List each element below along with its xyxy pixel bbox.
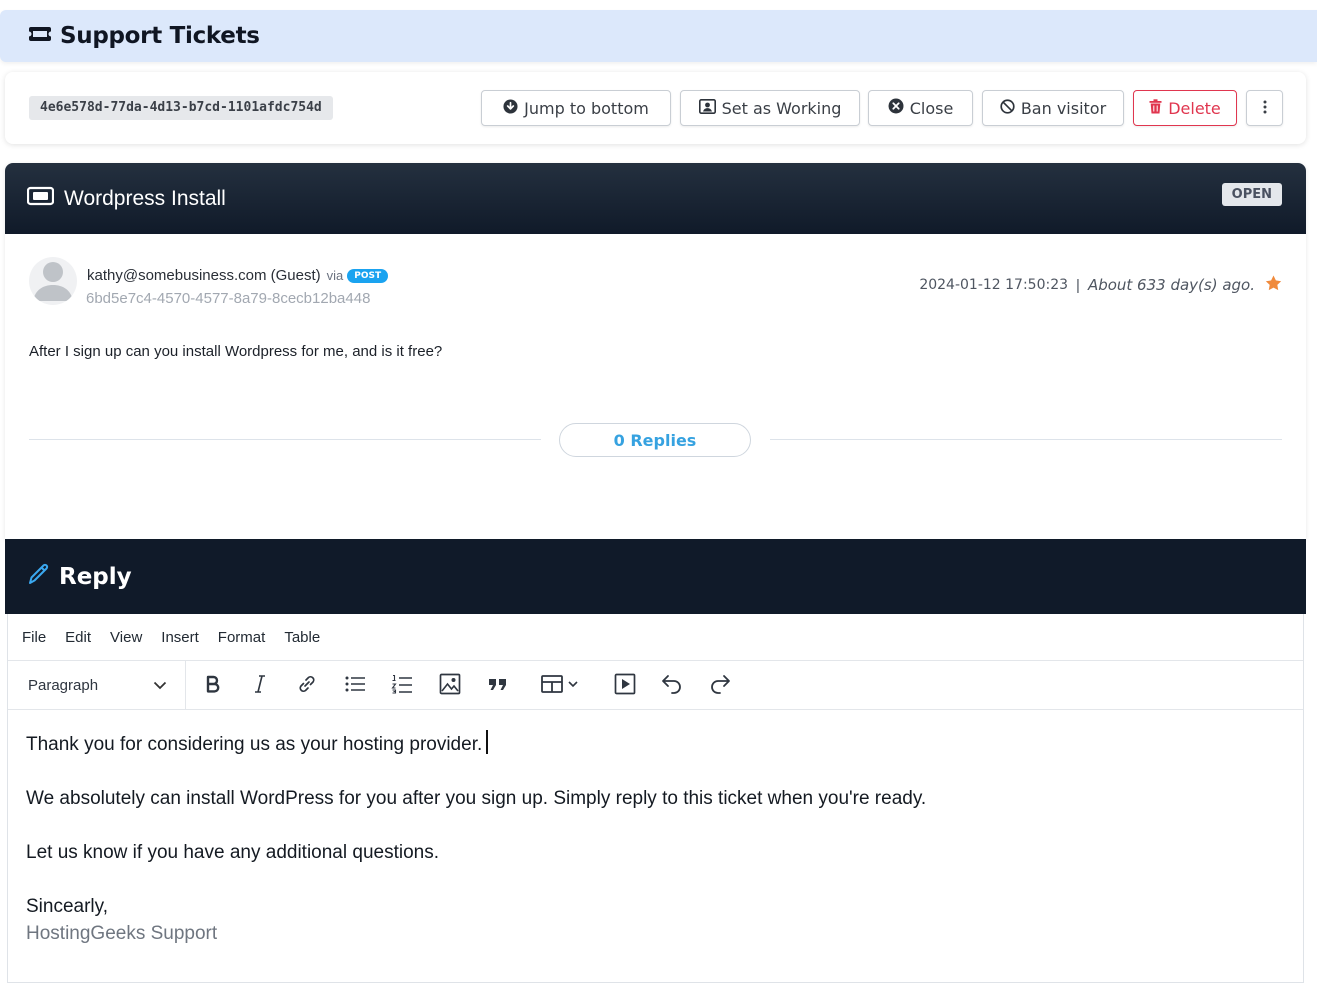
image-icon <box>439 673 461 700</box>
trash-icon <box>1149 98 1162 118</box>
ticket-date: 2024-01-12 17:50:23 <box>919 277 1069 293</box>
close-ticket-button[interactable]: Close <box>868 90 973 126</box>
ticket-action-bar: 4e6e578d-77da-4d13-b7cd-1101afdc754d Jum… <box>5 72 1306 144</box>
ticket-subject: Wordpress Install <box>64 186 226 210</box>
replies-count-button[interactable]: 0 Replies <box>559 423 751 457</box>
user-card-icon <box>698 98 716 118</box>
close-label: Close <box>909 98 954 118</box>
redo-button[interactable] <box>707 673 733 699</box>
page-title: Support Tickets <box>60 23 260 49</box>
italic-icon <box>254 674 266 698</box>
reply-card: Reply File Edit View Insert Format Table… <box>5 539 1306 983</box>
ticket-icon <box>26 186 55 211</box>
divider-left <box>29 439 541 440</box>
ban-visitor-label: Ban visitor <box>1020 98 1107 118</box>
undo-button[interactable] <box>659 673 685 699</box>
channel-badge: POST <box>347 268 389 283</box>
ticket-age: About 633 day(s) ago. <box>1087 276 1255 294</box>
menu-format[interactable]: Format <box>218 629 266 646</box>
arrow-down-circle-icon <box>503 98 518 118</box>
sender-email: kathy@somebusiness.com (Guest) <box>87 267 321 284</box>
italic-button[interactable] <box>247 673 273 699</box>
ticket-message: After I sign up can you install Wordpres… <box>29 343 443 360</box>
star-icon[interactable] <box>1265 275 1282 295</box>
redo-icon <box>709 674 731 699</box>
link-button[interactable] <box>294 673 320 699</box>
reply-signoff: Sincearly, <box>26 896 109 917</box>
jump-to-bottom-label: Jump to bottom <box>524 98 649 118</box>
quote-icon <box>488 677 508 696</box>
ban-icon <box>1000 98 1015 118</box>
editor-content-area[interactable]: Thank you for considering us as your hos… <box>8 710 1303 947</box>
insert-image-button[interactable] <box>437 673 463 699</box>
text-cursor <box>486 730 489 754</box>
rich-text-editor: File Edit View Insert Format Table Parag… <box>7 614 1304 983</box>
menu-edit[interactable]: Edit <box>65 629 91 646</box>
undo-icon <box>661 674 683 699</box>
more-options-button[interactable] <box>1246 90 1283 126</box>
insert-media-button[interactable] <box>612 673 638 699</box>
reply-line-3: Let us know if you have any additional q… <box>26 842 439 863</box>
close-circle-icon <box>888 98 904 118</box>
delete-button[interactable]: Delete <box>1133 90 1237 126</box>
numbered-list-icon <box>391 674 413 699</box>
sender-id: 6bd5e7c4-4570-4577-8a79-8cecb12ba448 <box>86 290 371 307</box>
chevron-down-icon <box>153 677 167 694</box>
status-badge: OPEN <box>1221 183 1282 206</box>
sender-line: kathy@somebusiness.com (Guest) via POST <box>87 267 389 284</box>
page-header: Support Tickets <box>0 10 1317 62</box>
reply-signature: HostingGeeks Support <box>26 923 218 944</box>
numbered-list-button[interactable] <box>389 673 415 699</box>
bullet-list-icon <box>344 675 366 698</box>
editor-menubar: File Edit View Insert Format Table <box>8 614 1303 661</box>
link-icon <box>296 673 318 700</box>
bold-button[interactable] <box>200 673 226 699</box>
more-vertical-icon <box>1263 99 1267 118</box>
via-label: via <box>326 268 344 283</box>
set-as-working-label: Set as Working <box>721 98 842 118</box>
bold-icon <box>205 675 221 698</box>
table-icon <box>541 674 581 698</box>
menu-view[interactable]: View <box>110 629 142 646</box>
insert-table-button[interactable] <box>538 673 584 699</box>
bullet-list-button[interactable] <box>342 673 368 699</box>
ticket-card: Wordpress Install OPEN kathy@somebusines… <box>5 163 1306 539</box>
avatar <box>29 257 77 305</box>
ticket-header: Wordpress Install OPEN <box>5 163 1306 234</box>
reply-line-2: We absolutely can install WordPress for … <box>26 788 927 809</box>
set-as-working-button[interactable]: Set as Working <box>680 90 860 126</box>
reply-line-1: Thank you for considering us as your hos… <box>26 730 1303 758</box>
blockquote-button[interactable] <box>485 673 511 699</box>
ticket-id-badge: 4e6e578d-77da-4d13-b7cd-1101afdc754d <box>29 96 333 120</box>
menu-insert[interactable]: Insert <box>161 629 199 646</box>
menu-table[interactable]: Table <box>284 629 320 646</box>
reply-title: Reply <box>59 563 132 590</box>
delete-label: Delete <box>1168 98 1221 118</box>
editor-toolbar: Paragraph <box>8 660 1303 710</box>
pencil-icon <box>27 562 51 591</box>
ticket-icon <box>26 25 54 48</box>
block-format-value: Paragraph <box>28 676 99 694</box>
meta-separator: | <box>1076 276 1080 294</box>
ticket-meta: 2024-01-12 17:50:23 | About 633 day(s) a… <box>919 275 1282 295</box>
block-format-select[interactable]: Paragraph <box>8 660 186 710</box>
media-icon <box>614 673 636 700</box>
menu-file[interactable]: File <box>22 629 46 646</box>
reply-header: Reply <box>5 539 1306 614</box>
ban-visitor-button[interactable]: Ban visitor <box>982 90 1124 126</box>
divider-right <box>770 439 1282 440</box>
jump-to-bottom-button[interactable]: Jump to bottom <box>481 90 671 126</box>
